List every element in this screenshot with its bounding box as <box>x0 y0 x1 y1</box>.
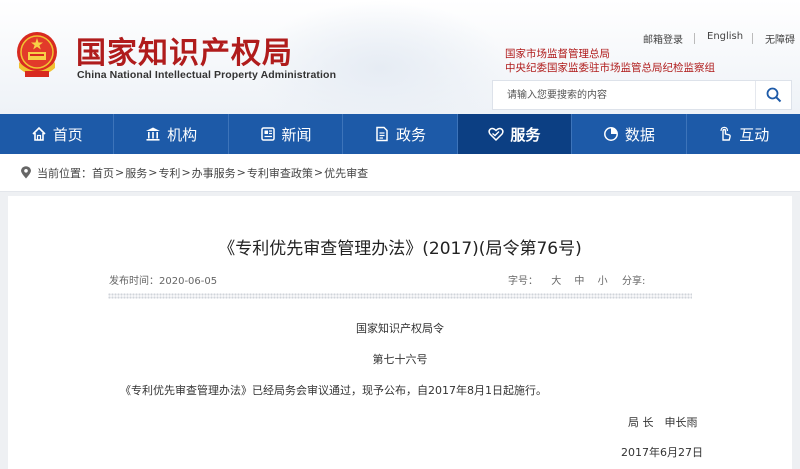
breadcrumb-item[interactable]: 首页 <box>92 165 114 181</box>
font-size-small[interactable]: 小 <box>598 276 608 287</box>
breadcrumb-separator: > <box>236 166 246 179</box>
article-paragraph: 国家知识产权局令 <box>356 322 444 335</box>
location-pin-icon <box>21 166 31 179</box>
nav-service[interactable]: 服务 <box>457 114 573 154</box>
site-subtitle: China National Intellectual Property Adm… <box>77 69 337 81</box>
nav-news[interactable]: 新闻 <box>229 114 344 154</box>
main-nav: 首页 机构 新闻 政务 服务 数据 互动 <box>0 114 800 154</box>
nav-label: 首页 <box>52 125 83 144</box>
publish-date-value: 2020-06-05 <box>159 276 218 287</box>
breadcrumb-separator: > <box>115 166 125 179</box>
breadcrumb-separator: > <box>181 166 191 179</box>
nav-label: 数据 <box>624 125 655 144</box>
top-links: 邮箱登录 English 无障碍 <box>0 31 800 46</box>
nav-label: 新闻 <box>281 125 312 144</box>
breadcrumb-prefix: 当前位置： <box>37 166 92 180</box>
service-icon <box>488 127 505 142</box>
nav-label: 政务 <box>395 125 426 144</box>
email-login-link[interactable]: 邮箱登录 <box>643 31 683 46</box>
breadcrumb-item[interactable]: 优先审查 <box>324 165 368 181</box>
search-icon <box>766 87 781 103</box>
interaction-icon <box>720 126 732 141</box>
search-button[interactable] <box>755 81 791 109</box>
article-signature: 局 长 申长雨 <box>628 416 698 429</box>
publish-label: 发布时间： <box>109 276 159 287</box>
article-date: 2017年6月27日 <box>621 446 703 459</box>
news-icon <box>260 127 275 141</box>
gov-links: 国家市场监督管理总局 中央纪委国家监委驻市场监管总局纪检监察组 <box>505 47 715 75</box>
dotted-divider <box>108 293 692 299</box>
nav-interaction[interactable]: 互动 <box>687 114 800 154</box>
font-size-label: 字号： <box>508 276 538 287</box>
breadcrumb-separator: > <box>148 166 158 179</box>
breadcrumb-item[interactable]: 专利审查政策 <box>247 165 313 181</box>
font-size-medium[interactable]: 中 <box>574 276 584 287</box>
nav-label: 互动 <box>739 125 770 144</box>
search-box <box>492 80 792 110</box>
article-paragraph: 《专利优先审查管理办法》已经局务会审议通过，现予公布，自2017年8月1日起施行… <box>120 384 547 397</box>
nav-label: 机构 <box>167 125 198 144</box>
article-paragraph: 第七十六号 <box>372 353 428 366</box>
divider <box>752 33 753 44</box>
samr-link[interactable]: 国家市场监督管理总局 <box>505 47 715 61</box>
divider <box>694 33 695 44</box>
nav-institution[interactable]: 机构 <box>114 114 229 154</box>
home-icon <box>32 126 46 141</box>
article-title: 《专利优先审查管理办法》(2017)(局令第76号) <box>218 239 582 259</box>
breadcrumb-item[interactable]: 专利 <box>158 165 180 181</box>
article-panel: 《专利优先审查管理办法》(2017)(局令第76号) 发布时间：2020-06-… <box>8 196 792 469</box>
publish-date: 发布时间：2020-06-05 <box>109 272 217 287</box>
search-input[interactable] <box>493 81 757 109</box>
nav-home[interactable]: 首页 <box>0 114 115 154</box>
government-icon <box>376 126 388 142</box>
breadcrumb: 当前位置： 首页 > 服务 > 专利 > 办事服务 > 专利审查政策 > 优先审查 <box>0 154 800 192</box>
nav-data[interactable]: 数据 <box>572 114 687 154</box>
accessibility-link[interactable]: 无障碍 <box>765 31 795 46</box>
share-label[interactable]: 分享: <box>622 272 645 287</box>
breadcrumb-item[interactable]: 办事服务 <box>192 165 236 181</box>
font-size-large[interactable]: 大 <box>551 276 561 287</box>
discipline-inspection-link[interactable]: 中央纪委国家监委驻市场监管总局纪检监察组 <box>505 61 715 75</box>
english-link[interactable]: English <box>707 31 743 42</box>
site-header: 国家知识产权局 China National Intellectual Prop… <box>0 0 800 114</box>
institution-icon <box>146 127 161 141</box>
nav-label: 服务 <box>510 125 541 144</box>
nav-government[interactable]: 政务 <box>343 114 458 154</box>
data-chart-icon <box>603 127 618 141</box>
breadcrumb-item[interactable]: 服务 <box>125 165 147 181</box>
font-size-controls: 字号： 大 中 小 <box>508 272 618 287</box>
breadcrumb-separator: > <box>313 166 324 179</box>
